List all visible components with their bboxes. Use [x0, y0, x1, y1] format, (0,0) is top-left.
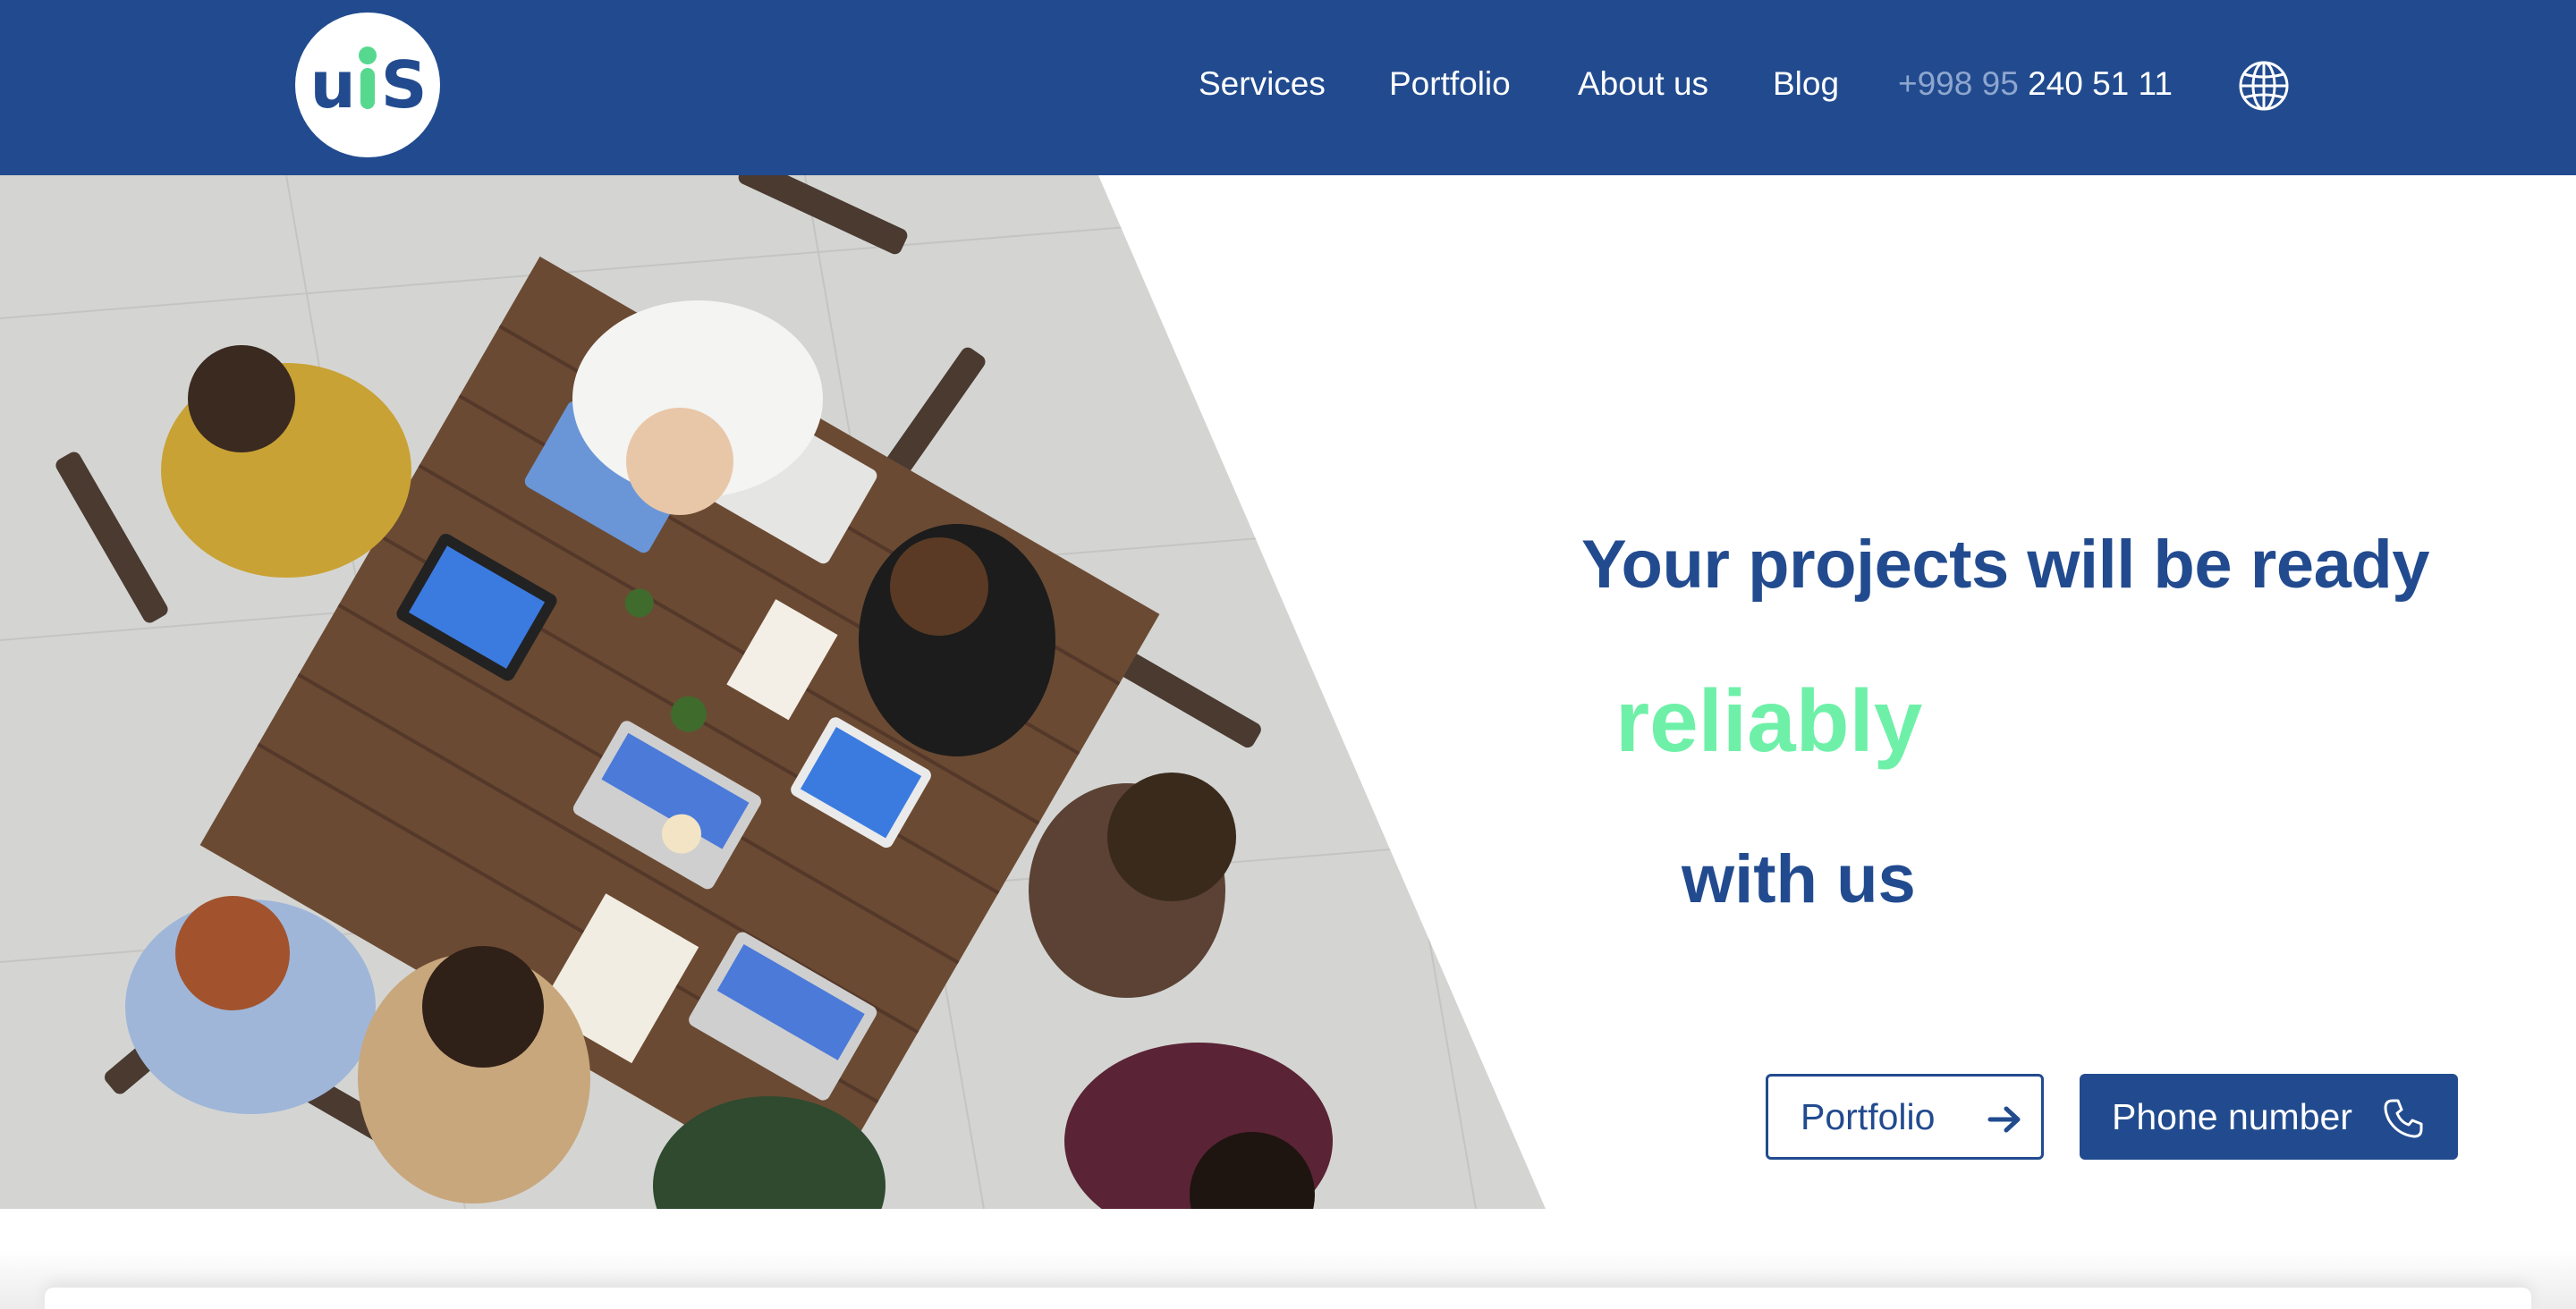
header-phone[interactable]: +998 95 240 51 11: [1898, 65, 2173, 103]
logo-mark: u S: [295, 13, 440, 157]
hero-headline-line1: Your projects will be ready: [1581, 527, 2430, 603]
logo-letter-s: S: [380, 47, 428, 122]
portfolio-button[interactable]: Portfolio: [1766, 1074, 2044, 1160]
phone-button-label: Phone number: [2112, 1095, 2352, 1137]
phone-number-button[interactable]: Phone number: [2080, 1074, 2458, 1160]
hero-headline-line2: reliably: [1615, 671, 1923, 770]
nav-about[interactable]: About us: [1578, 65, 1708, 103]
arrow-right-icon: [1985, 1100, 2024, 1139]
nav-portfolio[interactable]: Portfolio: [1389, 65, 1511, 103]
nav-services[interactable]: Services: [1199, 65, 1326, 103]
globe-icon[interactable]: [2238, 60, 2290, 112]
phone-number: 240 51 11: [2028, 65, 2173, 102]
phone-icon: [2382, 1097, 2423, 1138]
hero-image: [0, 175, 1546, 1209]
hero-headline-line3: with us: [1682, 841, 1916, 917]
logo-letter-u: u: [309, 47, 355, 122]
nav-blog[interactable]: Blog: [1773, 65, 1839, 103]
site-header: u S Services Portfolio About us Blog +99…: [0, 0, 2576, 175]
logo-i-glyph: [358, 46, 377, 113]
next-section-card: [45, 1288, 2531, 1309]
phone-country-code: +998 95: [1898, 65, 2019, 102]
portfolio-button-label: Portfolio: [1801, 1095, 1936, 1137]
logo[interactable]: u S: [295, 13, 440, 157]
